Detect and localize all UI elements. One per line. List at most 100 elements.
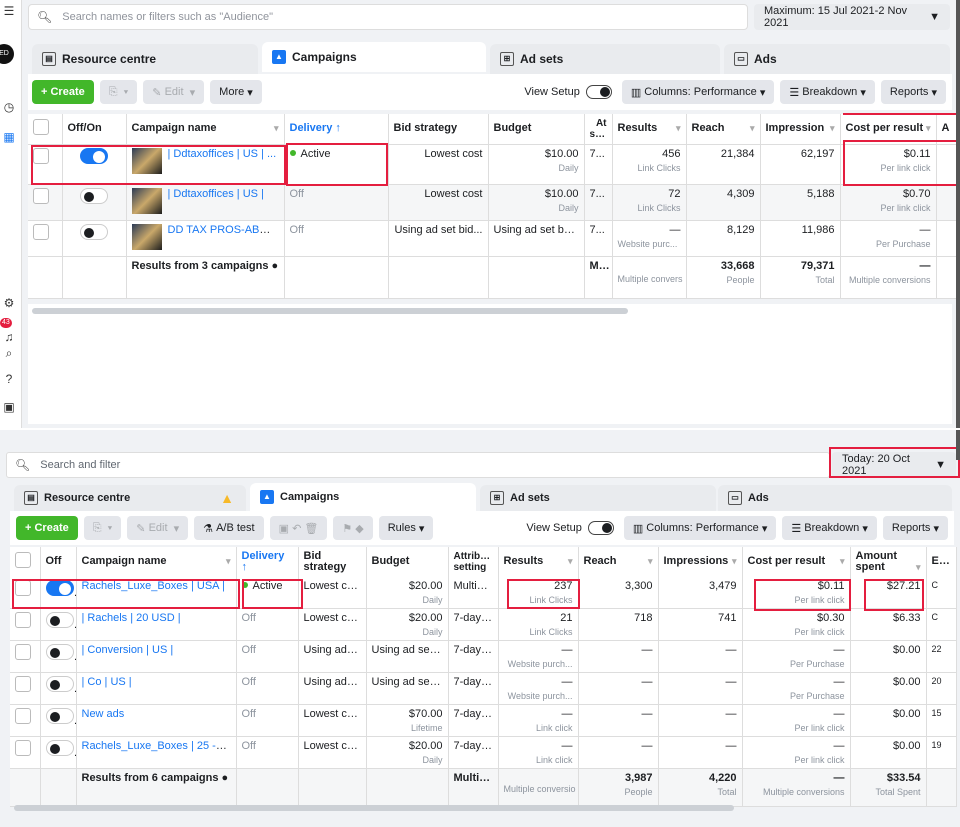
table-row[interactable]: DD TAX PROS-ABO-... Off Using ad set bid…	[28, 220, 960, 257]
row-checkbox[interactable]	[33, 147, 49, 164]
tag-button[interactable]: ⚑ ◆	[333, 516, 373, 540]
search-icon[interactable]: ⌕	[0, 346, 18, 361]
date-range-picker[interactable]: Today: 20 Oct 2021 ▼	[832, 452, 956, 478]
table-row[interactable]: | Ddtaxoffices | US | Off Lowest cost $1…	[28, 184, 960, 221]
columns-button[interactable]: ▥ Columns: Performance ▾	[621, 80, 775, 104]
duplicate-button[interactable]: ⎘ ▾	[99, 80, 138, 104]
table-row[interactable]: | Ddtaxoffices | US | ... Active Lowest …	[28, 144, 960, 185]
col-impressions[interactable]: Impressions ▾	[658, 547, 743, 578]
row-checkbox[interactable]	[15, 708, 31, 724]
bell-icon[interactable]: ♫	[0, 330, 18, 344]
col-on-off[interactable]: Off	[40, 547, 77, 578]
row-toggle[interactable]	[45, 740, 74, 756]
select-all-checkbox[interactable]	[28, 114, 63, 145]
menu-icon[interactable]: ☰	[0, 4, 18, 18]
row-toggle[interactable]	[45, 676, 74, 692]
breakdown-button[interactable]: ☰ Breakdown ▾	[780, 80, 875, 104]
col-campaign-name[interactable]: Campaign name ▾	[76, 547, 237, 578]
row-toggle[interactable]	[80, 223, 108, 240]
col-impressions[interactable]: Impression ▾	[760, 114, 841, 145]
breakdown-button[interactable]: ☰ Breakdown ▾	[782, 516, 877, 540]
campaign-name[interactable]: | Conversion | US |	[82, 644, 174, 656]
tab-campaigns[interactable]: ▲ Campaigns	[262, 42, 486, 72]
horizontal-scrollbar[interactable]	[14, 805, 734, 811]
campaign-name[interactable]: Rachels_Luxe_Boxes | USA |	[82, 580, 225, 592]
row-toggle[interactable]	[45, 612, 74, 628]
row-toggle[interactable]	[45, 644, 74, 660]
rules-button[interactable]: Rules ▾	[378, 516, 434, 540]
col-campaign-name[interactable]: Campaign name ▾	[126, 114, 285, 145]
edit-button[interactable]: ✎ Edit ▾	[127, 516, 189, 540]
col-bid-strategy[interactable]: Bid strategy	[298, 547, 367, 578]
duplicate-button[interactable]: ⎘ ▾	[83, 516, 122, 540]
row-checkbox[interactable]	[15, 740, 31, 756]
campaign-name[interactable]: | Rachels | 20 USD |	[82, 612, 181, 624]
row-toggle[interactable]	[80, 147, 108, 164]
campaign-name[interactable]: New ads	[82, 708, 125, 720]
col-results[interactable]: Results ▾	[612, 114, 687, 145]
row-checkbox[interactable]	[15, 676, 31, 692]
view-setup-toggle[interactable]	[587, 521, 614, 535]
campaign-name[interactable]: Rachels_Luxe_Boxes | 25 -45 |	[82, 740, 234, 752]
info-icon[interactable]: ●	[222, 772, 229, 784]
table-row[interactable]: | Rachels | 20 USD | Off Lowest cost $20.00…	[10, 608, 957, 641]
col-ends[interactable]: Ends	[926, 547, 957, 578]
col-on-off[interactable]: Off/On	[62, 114, 127, 145]
report-icon[interactable]: ▣	[0, 400, 18, 414]
col-delivery[interactable]: Delivery ↑	[236, 547, 299, 578]
row-toggle[interactable]	[45, 580, 74, 596]
row-checkbox[interactable]	[15, 612, 31, 628]
ab-test-button[interactable]: ⚗ A/B test	[194, 516, 264, 540]
more-button[interactable]: More ▾	[210, 80, 262, 104]
help-icon[interactable]: ?	[0, 372, 18, 386]
tab-campaigns[interactable]: ▲ Campaigns	[250, 483, 476, 511]
create-button[interactable]: + Create	[32, 80, 94, 104]
view-setup-toggle[interactable]	[585, 85, 612, 99]
table-row[interactable]: Rachels_Luxe_Boxes | USA | Active Lowest c…	[10, 577, 957, 609]
gear-icon[interactable]: ⚙	[0, 296, 18, 310]
tab-ads[interactable]: ▭ Ads	[724, 44, 950, 74]
campaign-name[interactable]: | Ddtaxoffices | US | ...	[168, 148, 277, 160]
row-checkbox[interactable]	[33, 187, 49, 204]
tab-resource-centre[interactable]: ▤ Resource centre ▲	[14, 485, 246, 511]
table-row[interactable]: Rachels_Luxe_Boxes | 25 -45 | Off Lowest c…	[10, 736, 957, 769]
col-amount-spent[interactable]: Amount spent ▾	[850, 547, 927, 578]
reports-button[interactable]: Reports ▾	[880, 80, 946, 104]
col-cost-per-result[interactable]: Cost per result ▾	[840, 114, 937, 145]
row-checkbox[interactable]	[33, 223, 49, 240]
row-checkbox[interactable]	[15, 580, 31, 596]
table-row[interactable]: | Co | US | Off Using ad s... Using ad set …	[10, 672, 957, 705]
create-button[interactable]: + Create	[16, 516, 78, 540]
table-row[interactable]: | Conversion | US | Off Using ad s... Using…	[10, 640, 957, 673]
tab-ad-sets[interactable]: ⊞ Ad sets	[490, 44, 720, 74]
reports-button[interactable]: Reports ▾	[882, 516, 948, 540]
tab-resource-centre[interactable]: ▤ Resource centre	[32, 44, 258, 74]
table-icon[interactable]: ▦	[0, 130, 18, 144]
campaign-name[interactable]: | Co | US |	[82, 676, 132, 688]
col-delivery[interactable]: Delivery ↑	[284, 114, 389, 145]
account-logo[interactable]: ED	[0, 44, 14, 64]
row-toggle[interactable]	[80, 187, 108, 204]
row-checkbox[interactable]	[15, 644, 31, 660]
col-bid-strategy[interactable]: Bid strategy	[388, 114, 489, 145]
col-cost-per-result[interactable]: Cost per result ▾	[742, 547, 851, 578]
col-attribution[interactable]: At sett	[584, 114, 613, 145]
col-budget[interactable]: Budget	[488, 114, 585, 145]
col-attribution[interactable]: Attribution setting	[448, 547, 499, 578]
columns-button[interactable]: ▥ Columns: Performance ▾	[623, 516, 777, 540]
col-budget[interactable]: Budget	[366, 547, 449, 578]
table-row[interactable]: New ads Off Lowest cost $70.00 Lifetime 7-day…	[10, 704, 957, 737]
row-toggle[interactable]	[45, 708, 74, 724]
col-reach[interactable]: Reach ▾	[578, 547, 659, 578]
info-icon[interactable]: ●	[272, 260, 279, 272]
col-results[interactable]: Results ▾	[498, 547, 579, 578]
search-bar[interactable]: 🔍︎ Search names or filters such as "Audi…	[28, 4, 748, 30]
select-all-checkbox[interactable]	[10, 547, 41, 578]
tab-ads[interactable]: ▭ Ads	[718, 485, 952, 511]
date-range-picker[interactable]: Maximum: 15 Jul 2021-2 Nov 2021 ▼	[754, 4, 950, 30]
clock-icon[interactable]: ◷	[0, 100, 18, 114]
col-reach[interactable]: Reach ▾	[686, 114, 761, 145]
campaign-name[interactable]: | Ddtaxoffices | US |	[168, 188, 264, 200]
delete-button[interactable]: ▣ ↶ 🗑	[269, 516, 328, 540]
campaign-name[interactable]: DD TAX PROS-ABO-...	[168, 224, 281, 236]
